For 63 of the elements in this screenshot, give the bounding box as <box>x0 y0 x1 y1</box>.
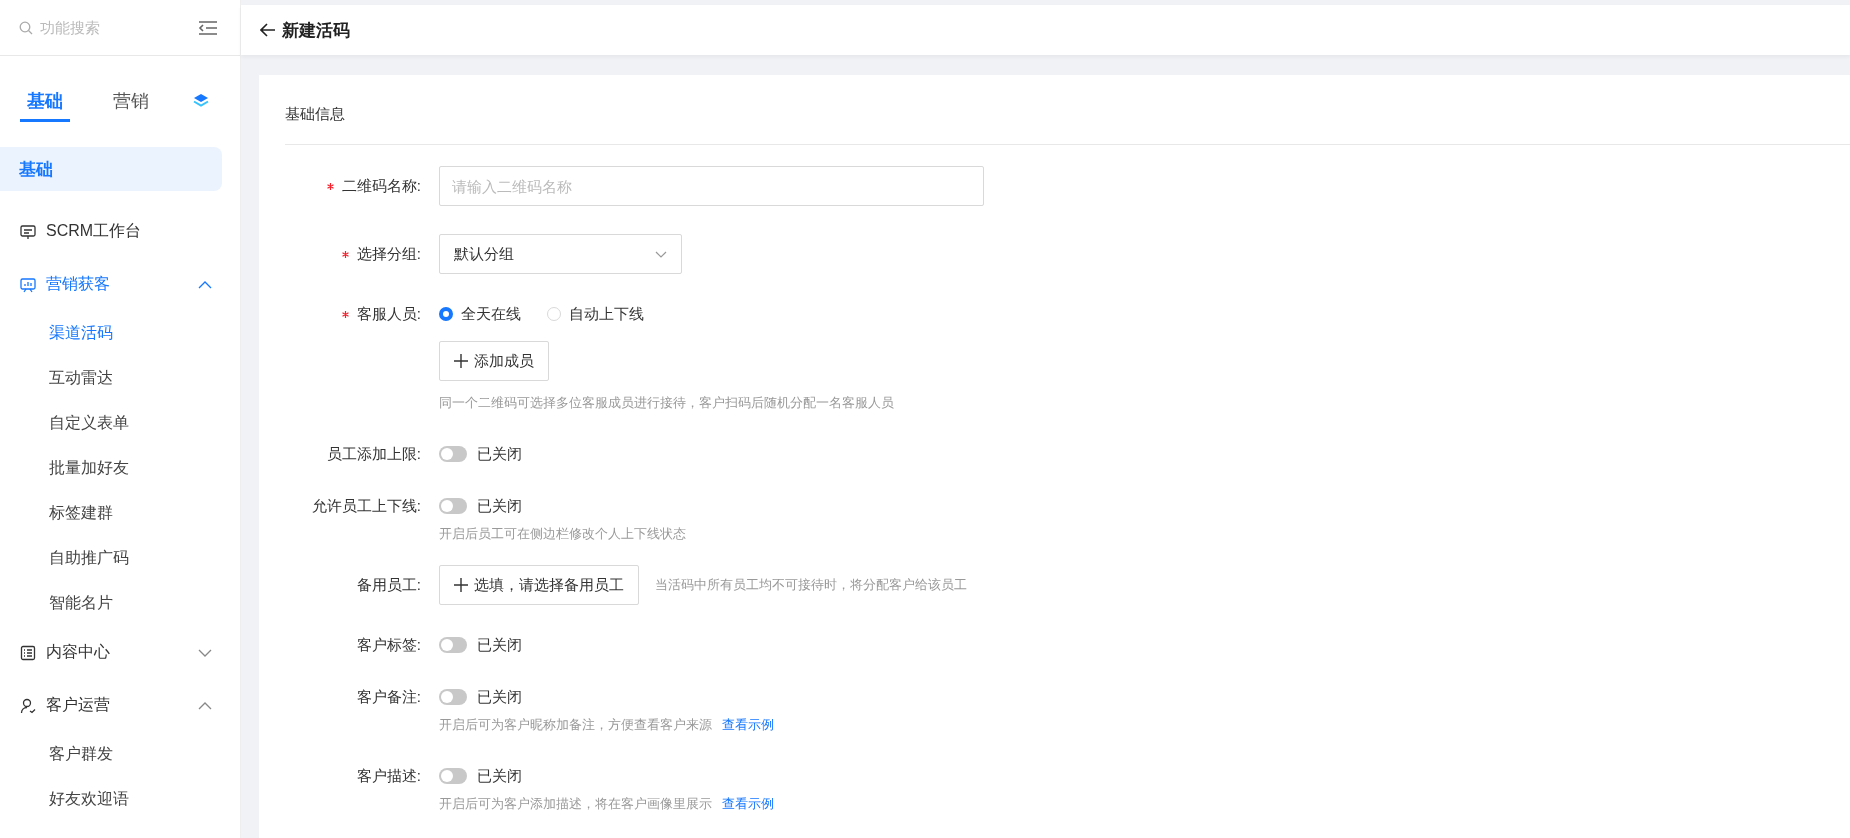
help-text: 当活码中所有员工均不可接待时，将分配客户给该员工 <box>655 576 967 594</box>
menu-section[interactable]: 基础 <box>0 147 222 191</box>
submenu-item[interactable]: 好友欢迎语 <box>0 777 240 822</box>
add-member-button[interactable]: 添加成员 <box>439 341 549 381</box>
chevron-up-icon <box>198 280 212 289</box>
plus-icon <box>454 354 468 368</box>
switch-status: 已关闭 <box>477 766 522 786</box>
field-label: 客户描述: <box>356 766 421 786</box>
toggle-switch[interactable] <box>439 689 467 705</box>
submenu-item[interactable]: 自助推广码 <box>0 536 240 581</box>
group-select[interactable]: 默认分组 <box>439 234 682 274</box>
switch-status: 已关闭 <box>477 687 522 707</box>
toggle-switch[interactable] <box>439 637 467 653</box>
help-text: 开启后可为客户昵称加备注，方便查看客户来源 <box>439 716 712 734</box>
select-staff-button[interactable]: 选填，请选择备用员工 <box>439 565 639 605</box>
back-arrow-icon[interactable] <box>260 23 276 37</box>
menu-item[interactable]: 客户运营 <box>0 679 240 732</box>
menu-item[interactable]: 内容中心 <box>0 626 240 679</box>
submenu-item[interactable]: 批量加好友 <box>0 446 240 491</box>
submenu-item[interactable]: 渠道活码 <box>0 311 240 356</box>
switch-status: 已关闭 <box>477 635 522 655</box>
field-label: 备用员工: <box>356 575 421 595</box>
toggle-switch[interactable] <box>439 446 467 462</box>
monitor-icon <box>20 223 36 240</box>
field-label: 客户标签: <box>356 635 421 655</box>
menu-item[interactable]: SCRM工作台 <box>0 205 240 258</box>
sidebar-tab[interactable]: 营销 <box>106 88 156 122</box>
submenu-item[interactable]: 标签建群 <box>0 491 240 536</box>
chevron-down-icon <box>655 250 667 258</box>
radio-option[interactable]: 自动上下线 <box>547 304 644 324</box>
help-text: 开启后员工可在侧边栏修改个人上下线状态 <box>439 525 686 543</box>
plus-icon <box>454 578 468 592</box>
menu-item[interactable]: 营销获客 <box>0 258 240 311</box>
example-link[interactable]: 查看示例 <box>722 716 774 734</box>
field-label: 允许员工上下线: <box>311 496 421 516</box>
menu-collapse-icon[interactable] <box>198 19 218 36</box>
toggle-switch[interactable] <box>439 768 467 784</box>
sidebar-tab[interactable]: 基础 <box>20 88 70 122</box>
page-title: 新建活码 <box>282 19 350 42</box>
field-label: 二维码名称: <box>341 176 421 196</box>
person-icon <box>20 697 36 714</box>
field-label: 选择分组: <box>356 244 421 264</box>
chart-board-icon <box>20 276 36 293</box>
section-title: 基础信息 <box>285 105 1850 145</box>
submenu-item[interactable]: 智能名片 <box>0 581 240 626</box>
field-label: 客服人员: <box>356 304 421 324</box>
submenu-item[interactable]: 自定义表单 <box>0 401 240 446</box>
field-label: 客户备注: <box>356 687 421 707</box>
chevron-down-icon <box>198 648 212 657</box>
help-text: 开启后可为客户添加描述，将在客户画像里展示 <box>439 795 712 813</box>
list-icon <box>20 644 36 661</box>
example-link[interactable]: 查看示例 <box>722 795 774 813</box>
search-field[interactable]: 功能搜索 <box>38 18 162 37</box>
field-label: 员工添加上限: <box>326 444 421 464</box>
submenu-item[interactable]: 客户群发 <box>0 732 240 777</box>
radio-option[interactable]: 全天在线 <box>439 304 521 324</box>
text-input[interactable]: 请输入二维码名称 <box>439 166 984 206</box>
toggle-switch[interactable] <box>439 498 467 514</box>
submenu-item[interactable]: 互动雷达 <box>0 356 240 401</box>
search-icon <box>19 20 33 35</box>
switch-status: 已关闭 <box>477 496 522 516</box>
switch-status: 已关闭 <box>477 444 522 464</box>
chevron-up-icon <box>198 701 212 710</box>
